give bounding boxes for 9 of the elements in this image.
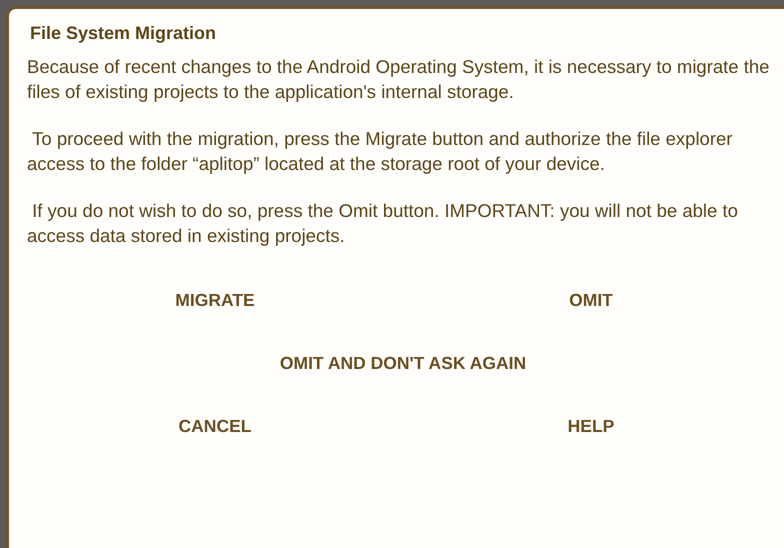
dialog-button[interactable]: OMIT	[461, 284, 721, 317]
dialog-button[interactable]: OMIT AND DON'T ASK AGAIN	[270, 347, 536, 380]
dialog-title: File System Migration	[30, 23, 218, 44]
dialog-button[interactable]: MIGRATE	[85, 284, 345, 317]
message-paragraph: If you do not wish to do so, press the Omit button. IMPORTANT: you will not be able to access data stored in existing projects.	[27, 199, 739, 248]
dialog-button[interactable]: CANCEL	[85, 410, 345, 443]
message-paragraph: Because of recent changes to the Android Operating System, it is necessary to migrate the files of existing projects to the application's internal storage.	[27, 55, 770, 104]
dialog-button[interactable]: HELP	[461, 410, 721, 443]
message-paragraph: To proceed with the migration, press the Migrate button and authorize the file explorer access to the folder “aplitop” located at the storage root of your device.	[27, 127, 734, 176]
